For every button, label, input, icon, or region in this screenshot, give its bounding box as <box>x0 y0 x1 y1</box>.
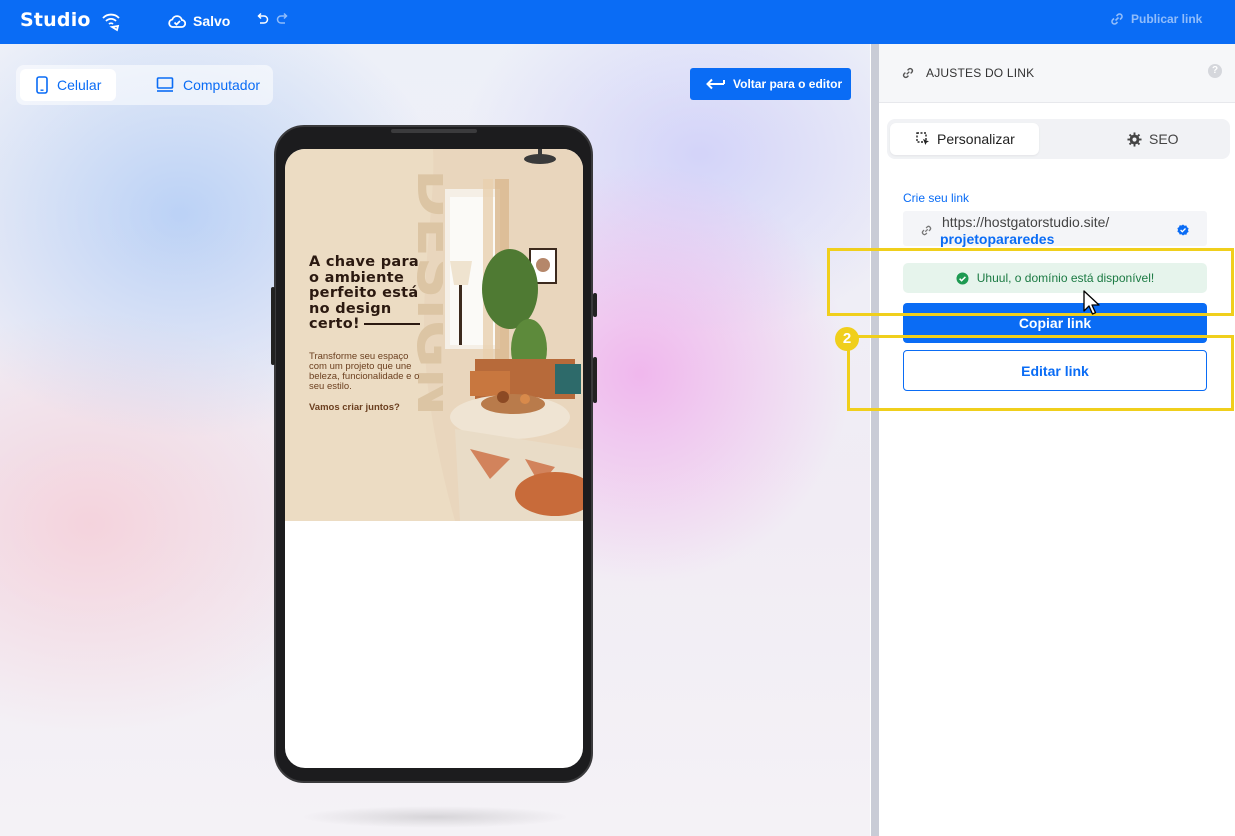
tab-personalizar-label: Personalizar <box>937 131 1015 147</box>
canvas-scrollbar[interactable] <box>871 44 879 836</box>
panel-title: AJUSTES DO LINK <box>926 66 1035 80</box>
mobile-view-label: Celular <box>57 77 102 93</box>
link-icon <box>902 67 914 79</box>
wifi-tag-icon <box>102 13 120 32</box>
back-to-editor-label: Voltar para o editor <box>733 77 843 91</box>
mobile-view-button[interactable]: Celular <box>20 69 116 101</box>
hero-cta: Vamos criar juntos? <box>309 402 400 413</box>
phone-screen: DESIGN A chave para o ambiente perfeito … <box>285 149 583 768</box>
highlight-availability <box>827 248 1234 316</box>
phone-side-button <box>593 357 597 403</box>
desktop-view-label: Computador <box>183 77 261 93</box>
headline-underline <box>363 323 420 325</box>
save-status-label: Salvo <box>193 13 231 29</box>
help-icon[interactable]: ? <box>1208 64 1222 78</box>
top-bar: Studio Salvo Publicar link <box>0 0 1235 44</box>
link-settings-panel: AJUSTES DO LINK ? Personalizar SEO Crie … <box>879 44 1235 836</box>
phone-side-button <box>593 293 597 317</box>
phone-speaker <box>391 129 477 133</box>
preview-canvas: Celular Computador Voltar para o editor <box>0 44 870 836</box>
panel-tabs: Personalizar SEO <box>887 119 1230 159</box>
save-status: Salvo <box>168 10 230 32</box>
cursor-select-icon <box>916 132 929 145</box>
phone-side-button <box>271 287 275 365</box>
hero-headline: A chave para o ambiente perfeito está no… <box>309 254 427 333</box>
publish-link-label: Publicar link <box>1131 12 1203 26</box>
vertical-design-watermark: DESIGN <box>404 169 443 416</box>
monitor-icon <box>156 77 174 92</box>
phone-mockup: DESIGN A chave para o ambiente perfeito … <box>271 125 597 783</box>
smartphone-icon <box>36 76 48 94</box>
hero-subtext: Transforme seu espaço com um projeto que… <box>309 351 420 392</box>
link-icon <box>921 225 932 236</box>
desktop-view-button[interactable]: Computador <box>156 69 269 101</box>
highlight-edit-link <box>847 335 1234 411</box>
step-badge: 2 <box>835 327 859 351</box>
tab-seo-label: SEO <box>1149 131 1179 147</box>
url-base-text: https://hostgatorstudio.site/ <box>942 214 1110 230</box>
cloud-check-icon <box>168 15 186 28</box>
url-slug-text: projetopararedes <box>940 231 1055 247</box>
tab-seo[interactable]: SEO <box>1127 123 1179 155</box>
mouse-cursor-icon <box>1083 290 1100 315</box>
redo-icon[interactable] <box>276 12 290 26</box>
link-field-label: Crie seu link <box>903 191 970 205</box>
verified-badge-icon <box>1177 224 1189 236</box>
tab-personalizar[interactable]: Personalizar <box>890 123 1039 155</box>
link-url-field[interactable]: https://hostgatorstudio.site/ projetopar… <box>903 211 1207 247</box>
panel-header: AJUSTES DO LINK ? <box>879 44 1235 103</box>
link-icon <box>1111 13 1123 25</box>
phone-shadow <box>300 806 570 828</box>
device-switch: Celular Computador <box>16 65 273 105</box>
hero-headline-text: A chave para o ambiente perfeito está no… <box>309 254 420 332</box>
publish-link-button[interactable]: Publicar link <box>1109 11 1202 27</box>
undo-icon[interactable] <box>255 12 269 26</box>
gear-icon <box>1127 131 1142 147</box>
brand-logo: Studio <box>20 9 91 31</box>
back-to-editor-button[interactable]: Voltar para o editor <box>690 68 851 100</box>
page-hero-section: DESIGN A chave para o ambiente perfeito … <box>285 149 583 521</box>
return-arrow-icon <box>706 78 725 90</box>
